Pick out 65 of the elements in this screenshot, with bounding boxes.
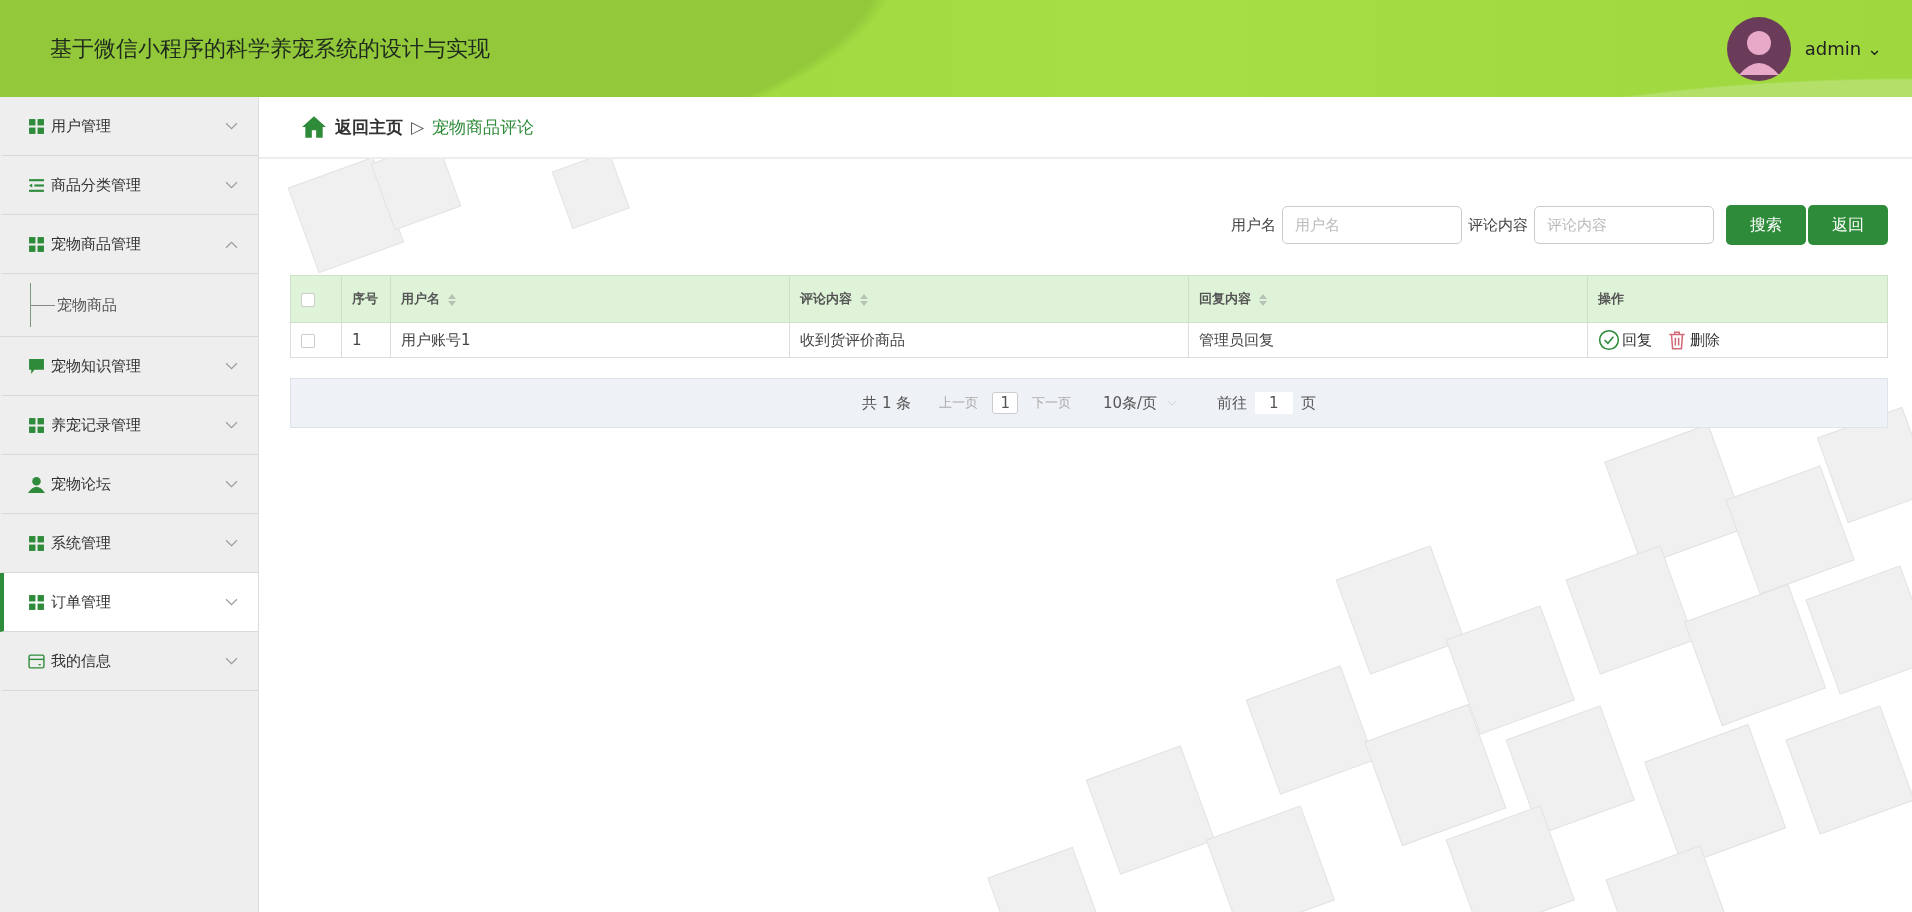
chevron-down-icon — [225, 479, 238, 489]
chevron-down-icon — [225, 597, 238, 607]
search-field[interactable]: 用户名 — [1282, 206, 1462, 244]
app-title: 基于微信小程序的科学养宠系统的设计与实现 — [50, 34, 490, 63]
sidebar-item[interactable]: 我的信息 — [0, 632, 258, 691]
page-unit-label: 页 — [1300, 393, 1316, 413]
avatar[interactable] — [1726, 16, 1791, 81]
sort-icon[interactable] — [1259, 293, 1267, 306]
page-size-select[interactable]: 10条/页 — [1102, 393, 1178, 413]
breadcrumb-separator: ▷ — [411, 117, 425, 137]
chat-bubble-icon — [28, 357, 45, 375]
delete-link[interactable]: 删除 — [1666, 329, 1720, 351]
card-icon — [28, 652, 45, 670]
sidebar-item[interactable]: 订单管理 — [0, 573, 258, 632]
goto-label: 前往 — [1217, 393, 1248, 413]
reply-link[interactable]: 回复 — [1598, 329, 1652, 351]
chevron-down-icon — [225, 656, 238, 666]
check-circle-icon — [1598, 329, 1620, 351]
sidebar-item[interactable]: 养宠记录管理 — [0, 396, 258, 455]
column-header[interactable]: 评论内容 — [789, 275, 1189, 323]
list-icon — [28, 176, 45, 194]
grid-icon — [28, 235, 45, 253]
home-icon[interactable] — [301, 115, 327, 139]
table-cell: 1 — [341, 322, 391, 358]
chevron-up-icon — [225, 239, 238, 249]
checkbox[interactable] — [301, 292, 315, 307]
chevron-down-icon — [225, 180, 238, 190]
username-menu[interactable]: admin ⌄ — [1804, 38, 1882, 59]
sidebar-item[interactable]: 用户管理 — [0, 97, 258, 156]
sidebar-item[interactable]: 宠物商品管理 — [0, 215, 258, 274]
chevron-down-icon — [225, 361, 238, 371]
search-field[interactable]: 评论内容 — [1534, 206, 1714, 244]
column-header[interactable]: 操作 — [1587, 275, 1888, 323]
sidebar-subitem[interactable]: 宠物商品 — [30, 283, 117, 327]
sidebar-item[interactable]: 宠物知识管理 — [0, 337, 258, 396]
chevron-down-icon — [1167, 399, 1178, 407]
table-cell: 管理员回复 — [1188, 322, 1588, 358]
chevron-down-icon — [225, 121, 238, 131]
column-header[interactable]: 回复内容 — [1188, 275, 1588, 323]
breadcrumb-current: 宠物商品评论 — [432, 115, 535, 139]
chevron-down-icon — [225, 420, 238, 430]
sort-icon[interactable] — [448, 293, 456, 306]
table-cell: 用户账号1 — [390, 322, 790, 358]
checkbox[interactable] — [301, 333, 315, 348]
grid-icon — [28, 416, 45, 434]
field-label: 用户名 — [1231, 215, 1276, 235]
person-icon — [28, 475, 45, 493]
grid-icon — [28, 593, 45, 611]
grid-icon — [28, 117, 45, 135]
search-button[interactable]: 搜索 — [1726, 205, 1806, 245]
grid-icon — [28, 534, 45, 552]
trash-icon — [1666, 329, 1688, 351]
sidebar-item[interactable]: 宠物论坛 — [0, 455, 258, 514]
sort-icon[interactable] — [860, 293, 868, 306]
goto-page-field[interactable]: 1 — [1255, 392, 1293, 414]
column-header[interactable]: 序号 — [341, 275, 391, 323]
home-link[interactable]: 返回主页 — [335, 115, 403, 139]
chevron-down-icon — [225, 538, 238, 548]
column-header[interactable]: 用户名 — [390, 275, 790, 323]
page-number[interactable]: 1 — [992, 392, 1018, 414]
field-label: 评论内容 — [1468, 215, 1528, 235]
back-button[interactable]: 返回 — [1808, 205, 1888, 245]
table-cell: 收到货评价商品 — [789, 322, 1189, 358]
total-count: 共 1 条 — [862, 393, 912, 413]
sidebar-item[interactable]: 商品分类管理 — [0, 156, 258, 215]
